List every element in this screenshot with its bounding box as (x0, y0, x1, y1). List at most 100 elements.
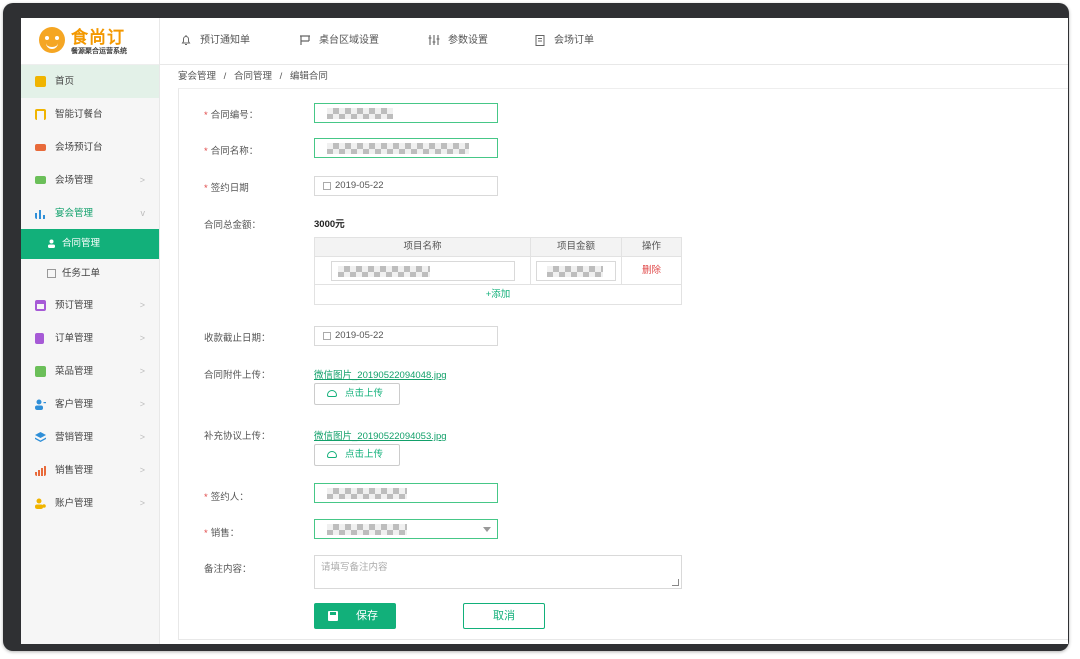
topnav-label: 参数设置 (448, 35, 488, 46)
delete-row-button[interactable]: 删除 (621, 256, 682, 285)
masked-value (327, 108, 393, 119)
attachment-label: 合同附件上传： (204, 370, 271, 381)
sidebar-item-task[interactable]: 任务工单 (21, 259, 159, 289)
sign-date-value: 2019-05-22 (335, 180, 384, 191)
sidebar-item-contract[interactable]: 合同管理 (21, 229, 159, 259)
pay-deadline-label: 收款截止日期： (204, 333, 271, 344)
breadcrumb-separator: / (279, 71, 283, 82)
table-icon (300, 35, 310, 45)
resize-handle-icon[interactable] (672, 579, 679, 586)
chevron-right-icon: > (139, 333, 145, 343)
sidebar-item-dish[interactable]: 菜品管理 > (21, 355, 159, 388)
breadcrumb-separator: / (223, 71, 227, 82)
sidebar-item-label: 会场预订台 (55, 142, 103, 153)
col-actions: 操作 (621, 237, 682, 257)
pay-deadline-picker[interactable]: 2019-05-22 (314, 326, 498, 346)
contract-no-input[interactable] (314, 103, 498, 123)
contract-name-input[interactable] (314, 138, 498, 158)
sidebar-item-label: 账户管理 (55, 498, 94, 509)
sales-select[interactable] (314, 519, 498, 539)
topnav-label: 会场订单 (554, 35, 594, 46)
chevron-down-icon: v (140, 208, 146, 218)
topnav-reservation-notice[interactable]: 预订通知单 (180, 18, 250, 64)
contract-no-label: * 合同编号： (204, 110, 259, 121)
topnav-table-area[interactable]: 桌台区域设置 (299, 18, 379, 64)
save-label: 保存 (356, 610, 378, 622)
pay-deadline-value: 2019-05-22 (335, 330, 384, 341)
sidebar-item-marketing[interactable]: 营销管理 > (21, 421, 159, 454)
sidebar-item-label: 菜品管理 (55, 366, 94, 377)
top-navbar: 预订通知单 桌台区域设置 参数设置 会场订单 (160, 18, 1068, 65)
calendar-icon (35, 300, 46, 311)
chevron-right-icon: > (139, 432, 145, 442)
home-icon (35, 76, 46, 87)
masked-value (327, 143, 469, 154)
task-icon (47, 269, 56, 278)
venue-manage-icon (35, 176, 46, 184)
cancel-button[interactable]: 取消 (463, 603, 545, 629)
col-item-amount: 项目金额 (530, 237, 622, 257)
attachment-upload-button[interactable]: 点击上传 (314, 383, 400, 405)
topnav-venue-orders[interactable]: 会场订单 (534, 18, 594, 64)
upload-label: 点击上传 (345, 449, 384, 460)
brand-subtitle: 餐源聚合运营系统 (71, 48, 127, 55)
sidebar-item-label: 销售管理 (55, 465, 94, 476)
sidebar-item-venue-manage[interactable]: 会场管理 > (21, 164, 159, 197)
remark-textarea[interactable]: 请填写备注内容 (314, 555, 682, 589)
supplement-upload-button[interactable]: 点击上传 (314, 444, 400, 466)
table-row (314, 256, 531, 285)
banquet-icon (35, 210, 45, 219)
clipboard-icon (535, 35, 545, 46)
sidebar-item-smart-booking[interactable]: 智能订餐台 (21, 98, 159, 131)
topnav-label: 桌台区域设置 (319, 35, 379, 46)
sidebar-item-venue-booking[interactable]: 会场预订台 (21, 131, 159, 164)
sidebar-item-label: 首页 (55, 76, 75, 87)
cloud-upload-icon (327, 451, 337, 458)
sliders-icon (428, 35, 440, 45)
sidebar-item-label: 会场管理 (55, 175, 94, 186)
remark-placeholder: 请填写备注内容 (321, 562, 388, 573)
account-icon (35, 498, 46, 509)
sales-label: * 销售： (204, 528, 240, 539)
venue-icon (35, 144, 46, 151)
sidebar-item-banquet[interactable]: 宴会管理 v (21, 197, 159, 230)
total-amount-label: 合同总金额： (204, 220, 262, 231)
save-icon (328, 611, 338, 621)
user-icon (48, 239, 55, 248)
supplement-file-link[interactable]: 微信图片_20190522094053.jpg (314, 428, 447, 442)
sidebar-item-label: 客户管理 (55, 399, 94, 410)
col-item-name: 项目名称 (314, 237, 531, 257)
sign-date-picker[interactable]: 2019-05-22 (314, 176, 498, 196)
save-button[interactable]: 保存 (314, 603, 396, 629)
attachment-file-link[interactable]: 微信图片_20190522094048.jpg (314, 367, 447, 381)
booking-icon (35, 109, 46, 120)
item-amount-input[interactable] (536, 261, 616, 281)
total-amount-value: 3000元 (314, 219, 345, 230)
device-frame: 食尚订 餐源聚合运营系统 首页 智能订餐台 会场预订台 会场管理 > 宴会管理 … (3, 3, 1069, 651)
topnav-label: 预订通知单 (200, 35, 250, 46)
sidebar-item-sales[interactable]: 销售管理 > (21, 454, 159, 487)
breadcrumb-contract[interactable]: 合同管理 (234, 71, 272, 82)
calendar-icon (323, 182, 331, 190)
sidebar-item-label: 合同管理 (62, 238, 101, 249)
chevron-down-icon (483, 527, 491, 532)
breadcrumb-banquet[interactable]: 宴会管理 (178, 71, 216, 82)
sidebar-item-home[interactable]: 首页 (21, 65, 159, 98)
topnav-params[interactable]: 参数设置 (428, 18, 488, 64)
signer-input[interactable] (314, 483, 498, 503)
app-screen: 食尚订 餐源聚合运营系统 首页 智能订餐台 会场预订台 会场管理 > 宴会管理 … (21, 18, 1068, 644)
chevron-right-icon: > (139, 498, 145, 508)
sidebar-item-account[interactable]: 账户管理 > (21, 487, 159, 520)
sales-icon (35, 466, 46, 476)
marketing-icon (35, 432, 46, 442)
item-name-input[interactable] (331, 261, 515, 281)
sidebar-item-customer[interactable]: 客户管理 > (21, 388, 159, 421)
sidebar-item-reservation[interactable]: 预订管理 > (21, 289, 159, 322)
add-item-button[interactable]: +添加 (314, 284, 682, 305)
sidebar-item-label: 订单管理 (55, 333, 94, 344)
upload-label: 点击上传 (345, 388, 384, 399)
sidebar-item-label: 营销管理 (55, 432, 94, 443)
dish-icon (35, 366, 46, 377)
sidebar-item-order[interactable]: 订单管理 > (21, 322, 159, 355)
chevron-right-icon: > (139, 465, 145, 475)
